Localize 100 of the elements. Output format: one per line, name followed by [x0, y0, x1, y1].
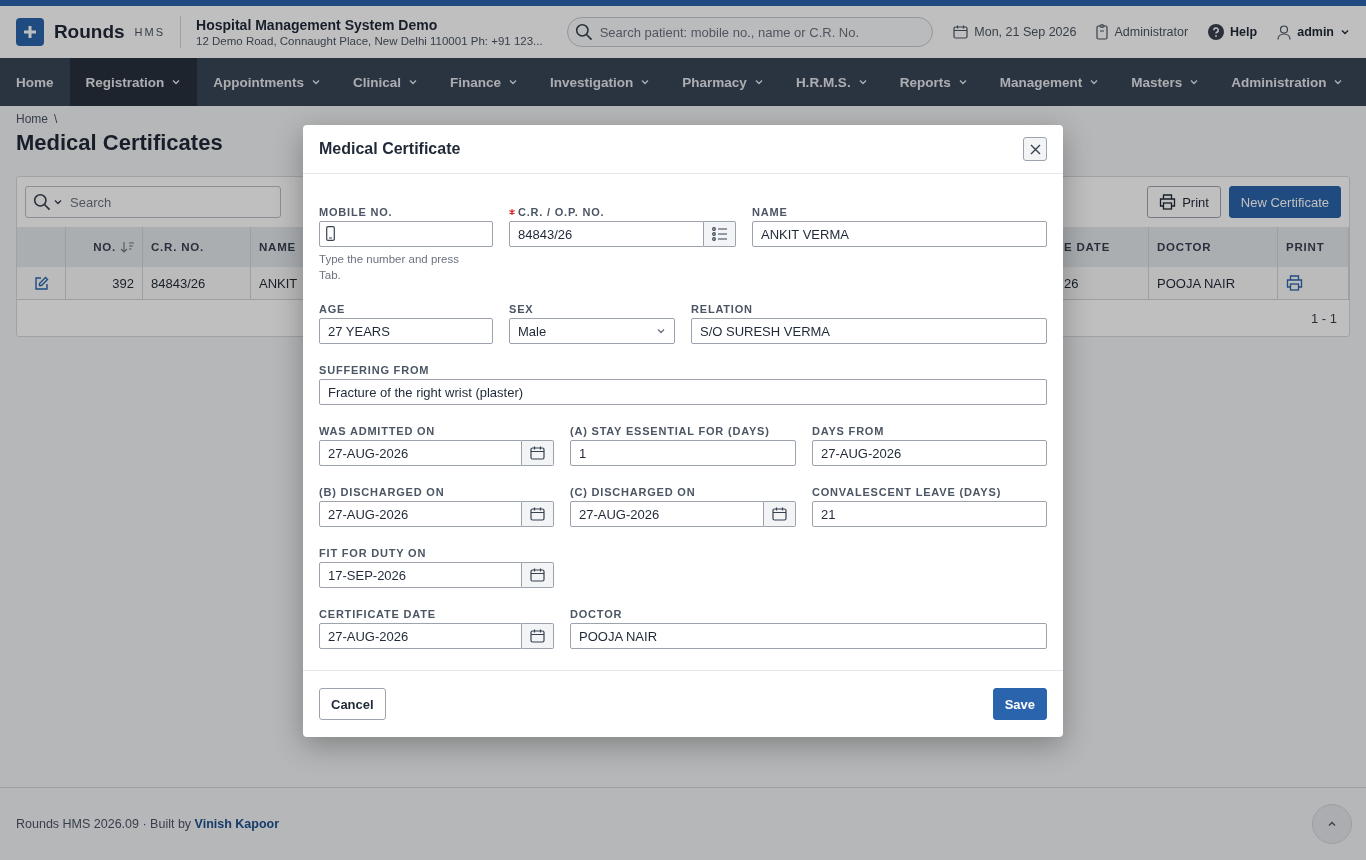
- chevron-down-icon: [171, 77, 182, 87]
- table-cell: 84843/26: [151, 275, 206, 291]
- chevron-down-icon: [857, 77, 868, 87]
- logo-icon[interactable]: [16, 18, 44, 46]
- field-label: DOCTOR: [570, 607, 623, 620]
- chevron-down-icon: [508, 77, 519, 87]
- patient-search-field[interactable]: Search patient: mobile no., name or C.R. No.: [566, 17, 934, 47]
- nav-item[interactable]: Home: [0, 58, 70, 106]
- select-field[interactable]: Male: [509, 318, 675, 344]
- calendar-icon: [953, 25, 969, 39]
- chevron-down-icon: [1333, 77, 1344, 87]
- cancel-button[interactable]: Cancel: [319, 688, 386, 720]
- field-label: MOBILE NO.: [319, 205, 393, 218]
- nav-item[interactable]: Management: [983, 58, 1116, 106]
- breadcrumb-separator: \: [54, 112, 58, 126]
- input-field[interactable]: 27 YEARS: [319, 318, 493, 344]
- app-subtitle: HMS: [134, 26, 166, 38]
- input-field[interactable]: S/O SURESH VERMA: [691, 318, 1047, 344]
- author-link[interactable]: Vinish Kapoor: [194, 817, 280, 831]
- search-icon: [574, 23, 593, 41]
- column-header[interactable]: DOCTOR: [1157, 241, 1212, 253]
- calendar-button[interactable]: [522, 440, 554, 466]
- input-field[interactable]: 27-AUG-2026: [812, 440, 1047, 466]
- calendar-icon: [530, 507, 545, 521]
- nav-item[interactable]: Pharmacy: [666, 58, 780, 106]
- nav-item[interactable]: Reports: [883, 58, 984, 106]
- chevron-down-icon: [957, 77, 968, 87]
- input-field[interactable]: ANKIT VERMA: [752, 221, 1047, 247]
- field-label: SUFFERING FROM: [319, 363, 430, 376]
- chevron-down-icon: [1189, 77, 1200, 87]
- field-label: CERTIFICATE DATE: [319, 607, 436, 620]
- column-header[interactable]: E DATE: [1064, 241, 1111, 253]
- printer-icon: [1286, 275, 1303, 291]
- page-title: Medical Certificates: [16, 130, 223, 156]
- sort-icon[interactable]: [120, 241, 134, 253]
- mobile-field[interactable]: [319, 221, 493, 247]
- field-label: (B) DISCHARGED ON: [319, 485, 445, 498]
- column-header[interactable]: C.R. NO.: [151, 241, 205, 253]
- printer-icon: [1159, 194, 1177, 210]
- column-header[interactable]: NO.: [93, 241, 116, 253]
- calendar-icon: [772, 507, 787, 521]
- calendar-button[interactable]: [522, 623, 554, 649]
- list-button[interactable]: [704, 221, 736, 247]
- help-link[interactable]: Help: [1208, 24, 1258, 40]
- column-header[interactable]: PRINT: [1286, 241, 1325, 253]
- date-field[interactable]: 27-AUG-2026: [570, 501, 764, 527]
- chevron-down-icon: [311, 77, 322, 87]
- table-search-field[interactable]: Search: [25, 186, 281, 218]
- input-field[interactable]: 84843/26: [509, 221, 704, 247]
- modal-title: Medical Certificate: [319, 140, 461, 158]
- input-field[interactable]: POOJA NAIR: [570, 623, 1047, 649]
- close-icon: [1029, 143, 1041, 155]
- breadcrumb-link[interactable]: Home: [16, 112, 48, 126]
- nav-item[interactable]: Masters: [1115, 58, 1216, 106]
- current-date: Mon, 21 Sep 2026: [974, 25, 1077, 39]
- nav-item[interactable]: Registration: [69, 58, 198, 106]
- date-field[interactable]: 27-AUG-2026: [319, 501, 522, 527]
- field-label: DAYS FROM: [812, 424, 885, 437]
- field-hint: Type the number and press Tab.: [319, 252, 460, 283]
- footer-text: Rounds HMS 2026.09 · Built by Vinish Kapoor: [16, 817, 280, 831]
- table-cell: ANKIT: [259, 275, 298, 291]
- table-cell: POOJA NAIR: [1157, 275, 1236, 291]
- column-header[interactable]: NAME: [259, 241, 297, 253]
- chevron-down-icon: [640, 77, 651, 87]
- field-label: SEX: [509, 302, 534, 315]
- field-label: CONVALESCENT LEAVE (DAYS): [812, 485, 1002, 498]
- calendar-icon: [530, 446, 545, 460]
- input-field[interactable]: 1: [570, 440, 796, 466]
- date-field[interactable]: 27-AUG-2026: [319, 623, 522, 649]
- calendar-button[interactable]: [522, 562, 554, 588]
- nav-item[interactable]: Investigation: [534, 58, 667, 106]
- input-field[interactable]: Fracture of the right wrist (plaster): [319, 379, 1047, 405]
- nav-item[interactable]: H.R.M.S.: [779, 58, 884, 106]
- nav-item[interactable]: Administration: [1215, 58, 1360, 106]
- nav-item[interactable]: Finance: [434, 58, 535, 106]
- input-field[interactable]: 21: [812, 501, 1047, 527]
- print-button[interactable]: Print: [1147, 186, 1221, 218]
- calendar-button[interactable]: [764, 501, 796, 527]
- search-icon: [33, 193, 51, 211]
- calendar-button[interactable]: [522, 501, 554, 527]
- pagination-info: 1 - 1: [1311, 310, 1337, 326]
- table-cell: 392: [112, 275, 134, 291]
- new-certificate-button[interactable]: New Certificate: [1228, 186, 1341, 218]
- hospital-address: 12 Demo Road, Connaught Place, New Delhi 110001 Ph: +91 123...: [196, 35, 543, 47]
- field-label: AGE: [319, 302, 346, 315]
- save-button[interactable]: Save: [992, 688, 1047, 720]
- calendar-icon: [530, 568, 545, 582]
- calendar-icon: [530, 629, 545, 643]
- chevron-down-icon: [53, 197, 63, 207]
- nav-item[interactable]: Appointments: [197, 58, 338, 106]
- date-field[interactable]: 27-AUG-2026: [319, 440, 522, 466]
- edit-icon[interactable]: [33, 275, 49, 291]
- user-role: Administrator: [1114, 25, 1189, 39]
- nav-item[interactable]: Clinical: [337, 58, 435, 106]
- close-button[interactable]: [1023, 137, 1047, 161]
- chevron-down-icon: [753, 77, 764, 87]
- field-label: C.R. / O.P. NO.: [518, 205, 605, 218]
- user-menu[interactable]: admin: [1277, 24, 1350, 40]
- chevron-down-icon: [408, 77, 419, 87]
- date-field[interactable]: 17-SEP-2026: [319, 562, 522, 588]
